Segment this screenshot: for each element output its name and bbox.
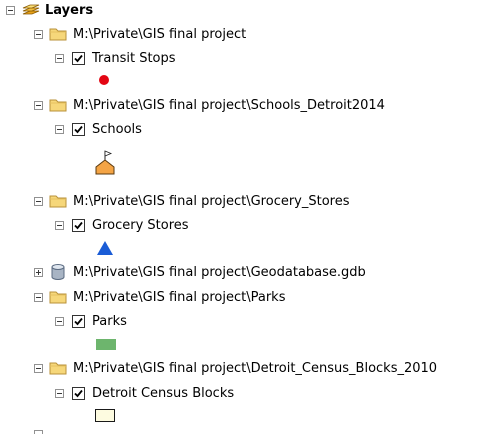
group-row[interactable]: M:\Private\GIS final project\Parks bbox=[34, 287, 285, 307]
group-row[interactable]: M:\Private\GIS final project\Detroit_Cen… bbox=[34, 358, 437, 378]
checkmark-icon bbox=[74, 389, 83, 397]
layer-visibility-checkbox[interactable] bbox=[72, 218, 85, 232]
layer-visibility-checkbox[interactable] bbox=[72, 386, 85, 400]
geodatabase-icon bbox=[51, 264, 65, 280]
group-row[interactable]: M:\Private\GIS final project\Geodatabase… bbox=[34, 262, 366, 282]
folder-icon bbox=[49, 28, 67, 41]
green-rectangle-symbol-icon bbox=[96, 339, 116, 350]
layer-row-parks[interactable]: Parks bbox=[55, 311, 127, 331]
group-row[interactable]: M:\Private\GIS final project\Grocery_Sto… bbox=[34, 191, 350, 211]
folder-icon bbox=[49, 362, 67, 375]
layer-row-grocery-stores[interactable]: Grocery Stores bbox=[55, 215, 189, 235]
expand-toggle[interactable] bbox=[34, 267, 43, 277]
collapse-toggle[interactable] bbox=[34, 292, 43, 302]
layer-visibility-checkbox[interactable] bbox=[72, 51, 85, 65]
collapse-toggle[interactable] bbox=[55, 220, 64, 230]
blue-triangle-symbol-icon bbox=[97, 241, 113, 255]
layer-row-transit-stops[interactable]: Transit Stops bbox=[55, 48, 176, 68]
checkmark-icon bbox=[74, 221, 83, 229]
layers-stack-icon bbox=[22, 4, 40, 15]
group-path-label: M:\Private\GIS final project\Parks bbox=[73, 289, 286, 305]
collapse-toggle[interactable] bbox=[34, 363, 43, 373]
group-row[interactable]: M:\Private\GIS final project bbox=[34, 24, 246, 44]
layer-visibility-checkbox[interactable] bbox=[72, 122, 85, 136]
collapse-toggle[interactable] bbox=[55, 316, 64, 326]
layer-label: Grocery Stores bbox=[92, 217, 189, 233]
collapse-toggle[interactable] bbox=[6, 5, 15, 15]
group-path-label: M:\Private\GIS final project bbox=[73, 26, 247, 42]
collapse-toggle[interactable] bbox=[34, 430, 43, 434]
collapse-toggle[interactable] bbox=[34, 100, 43, 110]
folder-icon bbox=[49, 291, 67, 304]
layer-label: Transit Stops bbox=[92, 50, 176, 66]
layer-label: Schools bbox=[92, 121, 142, 137]
layers-root-row[interactable]: Layers bbox=[6, 0, 93, 20]
cream-rectangle-symbol-icon bbox=[95, 409, 115, 422]
collapse-toggle[interactable] bbox=[55, 388, 64, 398]
collapse-toggle[interactable] bbox=[55, 53, 64, 63]
layer-row-schools[interactable]: Schools bbox=[55, 119, 142, 139]
layer-label: Detroit Census Blocks bbox=[92, 385, 235, 401]
checkmark-icon bbox=[74, 125, 83, 133]
layer-label: Parks bbox=[92, 313, 127, 329]
collapse-toggle[interactable] bbox=[34, 196, 43, 206]
layers-root-label: Layers bbox=[45, 2, 94, 18]
group-path-label: M:\Private\GIS final project\Grocery_Sto… bbox=[73, 193, 350, 209]
collapse-toggle[interactable] bbox=[34, 29, 43, 39]
group-path-label: M:\Private\GIS final project\Geodatabase… bbox=[73, 264, 366, 280]
group-row[interactable]: M:\Private\GIS final project\Schools_Det… bbox=[34, 95, 385, 115]
layer-row-detroit-census-blocks[interactable]: Detroit Census Blocks bbox=[55, 383, 234, 403]
group-path-label: M:\Private\GIS final project\Schools_Det… bbox=[73, 97, 385, 113]
layer-visibility-checkbox[interactable] bbox=[72, 314, 85, 328]
checkmark-icon bbox=[74, 54, 83, 62]
group-path-label: M:\Private\GIS final project\Detroit_Cen… bbox=[73, 360, 438, 376]
school-flag-symbol-icon bbox=[95, 150, 115, 175]
folder-icon bbox=[49, 99, 67, 112]
checkmark-icon bbox=[74, 317, 83, 325]
collapse-toggle[interactable] bbox=[55, 124, 64, 134]
folder-icon bbox=[49, 195, 67, 208]
red-circle-symbol-icon bbox=[99, 75, 109, 85]
table-of-contents: Layers M:\Private\GIS final project Tran… bbox=[0, 0, 501, 434]
